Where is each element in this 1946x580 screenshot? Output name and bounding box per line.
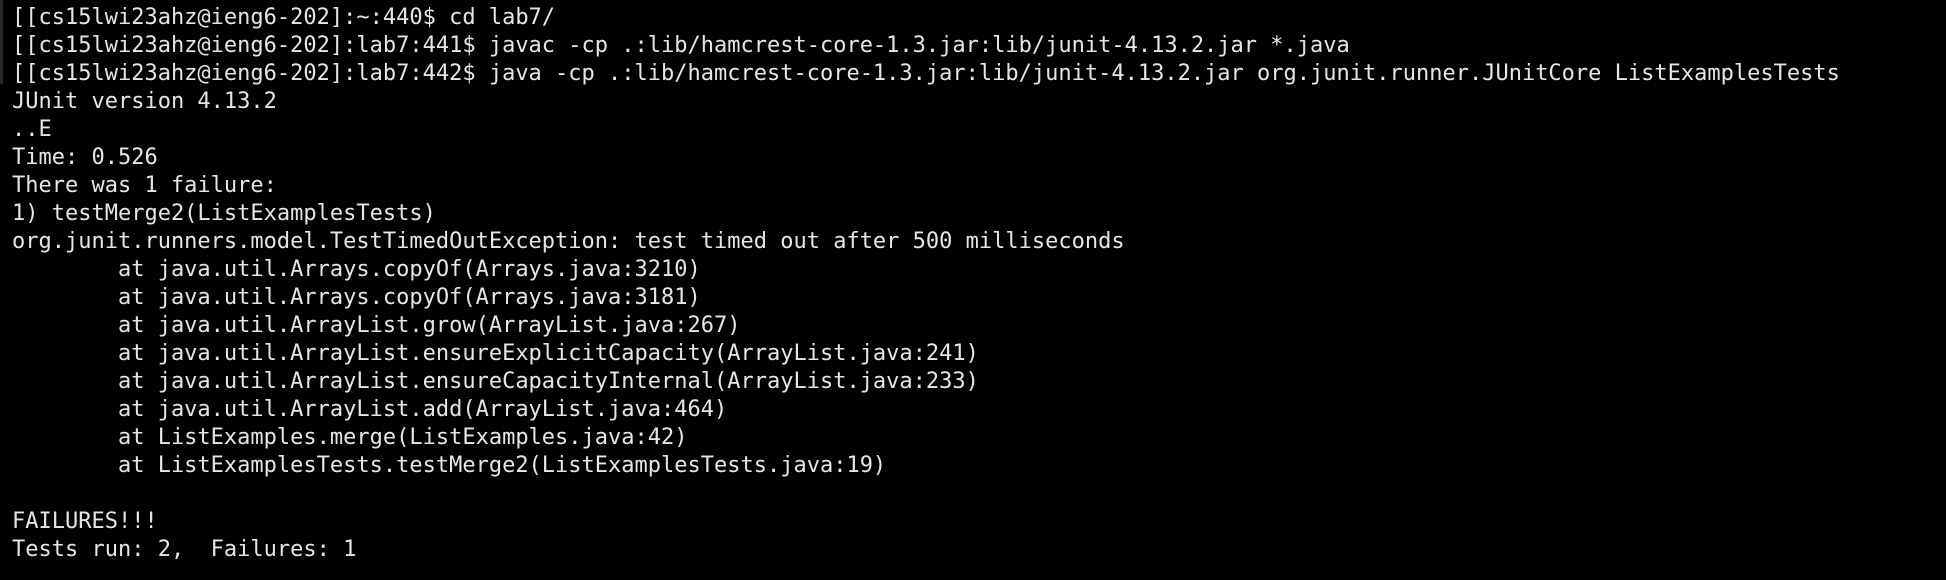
output-exception: org.junit.runners.model.TestTimedOutExce… bbox=[12, 229, 1125, 254]
prompt-line-cd: [[cs15lwi23ahz@ieng6-202]:~:440$ cd lab7… bbox=[12, 5, 556, 30]
prompt-line-javac: [[cs15lwi23ahz@ieng6-202]:lab7:441$ java… bbox=[12, 33, 1350, 58]
stack-trace-line: at java.util.Arrays.copyOf(Arrays.java:3… bbox=[12, 285, 701, 310]
output-failure-count: There was 1 failure: bbox=[12, 173, 277, 198]
stack-trace-line: at java.util.Arrays.copyOf(Arrays.java:3… bbox=[12, 257, 701, 282]
prompt-line-java: [[cs15lwi23ahz@ieng6-202]:lab7:442$ java… bbox=[12, 61, 1840, 86]
output-junit-version: JUnit version 4.13.2 bbox=[12, 89, 277, 114]
output-failed-test: 1) testMerge2(ListExamplesTests) bbox=[12, 201, 436, 226]
output-failures-banner: FAILURES!!! bbox=[12, 509, 158, 534]
output-test-progress: ..E bbox=[12, 117, 52, 142]
output-tests-summary: Tests run: 2, Failures: 1 bbox=[12, 537, 357, 562]
stack-trace-line: at ListExamplesTests.testMerge2(ListExam… bbox=[12, 453, 887, 478]
stack-trace-line: at ListExamples.merge(ListExamples.java:… bbox=[12, 425, 688, 450]
terminal-window[interactable]: [[cs15lwi23ahz@ieng6-202]:~:440$ cd lab7… bbox=[0, 0, 1946, 580]
stack-trace-line: at java.util.ArrayList.ensureCapacityInt… bbox=[12, 369, 979, 394]
prompt-marker-bar bbox=[0, 0, 3, 84]
output-time: Time: 0.526 bbox=[12, 145, 158, 170]
stack-trace-line: at java.util.ArrayList.ensureExplicitCap… bbox=[12, 341, 979, 366]
stack-trace-line: at java.util.ArrayList.grow(ArrayList.ja… bbox=[12, 313, 741, 338]
stack-trace-line: at java.util.ArrayList.add(ArrayList.jav… bbox=[12, 397, 728, 422]
